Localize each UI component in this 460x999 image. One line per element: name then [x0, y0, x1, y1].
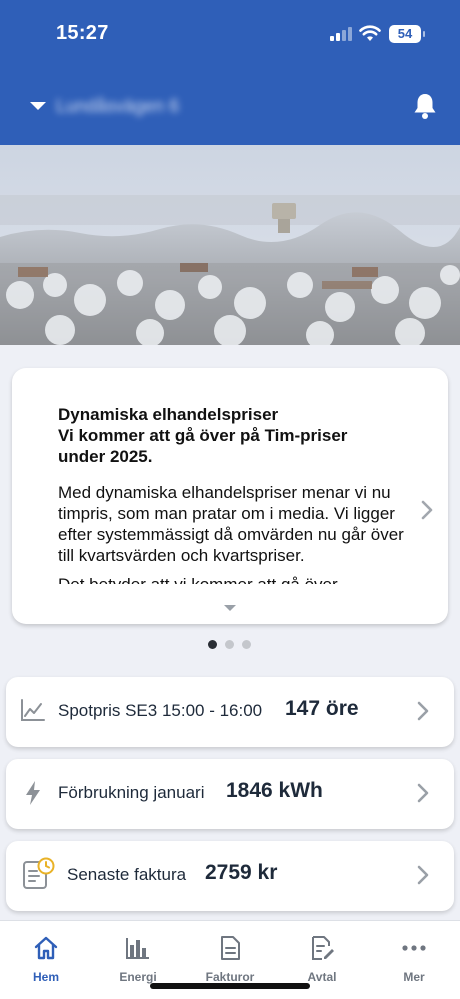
- invoice-clock-icon: [22, 857, 56, 896]
- spot-price-label: Spotpris SE3 15:00 - 16:00: [58, 701, 263, 720]
- hero-image: [0, 145, 460, 345]
- bar-chart-icon[interactable]: [125, 935, 151, 966]
- status-time: 15:27: [56, 22, 109, 44]
- tab-contracts-label[interactable]: Avtal: [276, 970, 368, 984]
- battery-indicator: 54: [389, 25, 425, 43]
- news-card[interactable]: Dynamiska elhandelspriser Vi kommer att …: [12, 368, 448, 624]
- status-bar: 15:27 54: [0, 0, 460, 70]
- address-label[interactable]: Lundåsvägen 6: [56, 96, 179, 117]
- carousel-dot[interactable]: [242, 640, 251, 649]
- chevron-right-icon[interactable]: [420, 500, 434, 525]
- tab-more[interactable]: Mer: [368, 921, 460, 999]
- tab-invoices-label[interactable]: Fakturor: [184, 970, 276, 984]
- tab-home[interactable]: Hem: [0, 921, 92, 999]
- chevron-down-icon[interactable]: [30, 102, 46, 110]
- contract-edit-icon[interactable]: [309, 935, 335, 966]
- consumption-label: Förbrukning januari: [58, 783, 205, 802]
- carousel-dot-active[interactable]: [208, 640, 217, 649]
- lightning-icon: [23, 780, 43, 811]
- carousel-dot[interactable]: [225, 640, 234, 649]
- document-icon[interactable]: [217, 935, 243, 966]
- chevron-right-icon[interactable]: [416, 865, 430, 890]
- news-body: Med dynamiska elhandelspriser menar vi n…: [58, 483, 404, 565]
- tab-more-label[interactable]: Mer: [368, 970, 460, 984]
- cellular-signal-icon: [330, 27, 352, 46]
- consumption-value: 1846 kWh: [226, 779, 323, 802]
- address-selector[interactable]: Lundåsvägen 6: [0, 88, 460, 128]
- invoice-card[interactable]: Senaste faktura 2759 kr: [6, 841, 454, 911]
- chart-line-icon: [20, 698, 46, 727]
- invoice-value: 2759 kr: [205, 861, 278, 884]
- spot-price-value: 147 öre: [285, 697, 359, 720]
- expand-caret-icon[interactable]: [224, 605, 236, 611]
- app-header: 15:27 54 Lundåsvägen 6: [0, 0, 460, 145]
- more-icon[interactable]: [401, 935, 427, 966]
- news-more-text: Det betyder att vi kommer att gå över: [58, 574, 378, 584]
- tab-energy-label[interactable]: Energi: [92, 970, 184, 984]
- news-title-text: Dynamiska elhandelspriser Vi kommer att …: [58, 405, 348, 466]
- wifi-icon: [359, 25, 381, 48]
- news-title: Dynamiska elhandelspriser Vi kommer att …: [58, 404, 398, 467]
- chevron-right-icon[interactable]: [416, 701, 430, 726]
- chevron-right-icon[interactable]: [416, 783, 430, 808]
- consumption-card[interactable]: Förbrukning januari 1846 kWh: [6, 759, 454, 829]
- home-icon[interactable]: [33, 935, 59, 966]
- home-indicator: [150, 983, 310, 989]
- invoice-label: Senaste faktura: [67, 865, 187, 884]
- spot-price-card[interactable]: Spotpris SE3 15:00 - 16:00 147 öre: [6, 677, 454, 747]
- bell-icon[interactable]: [412, 92, 438, 125]
- tab-home-label[interactable]: Hem: [0, 970, 92, 984]
